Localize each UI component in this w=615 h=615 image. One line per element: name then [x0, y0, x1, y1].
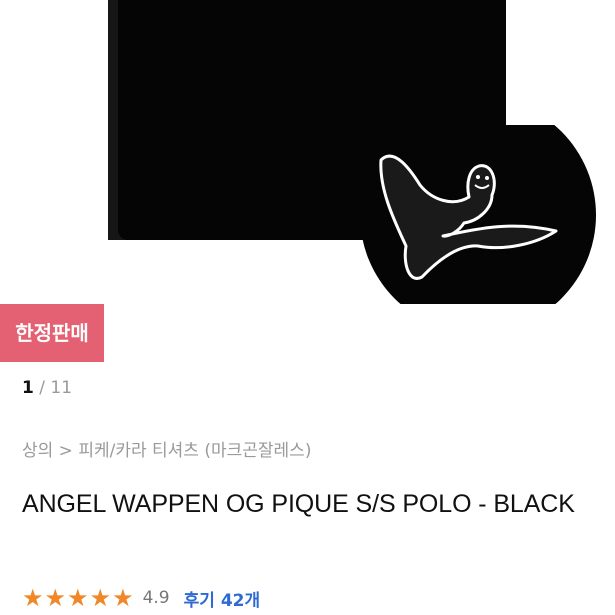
pager-total: 11 — [50, 378, 73, 398]
product-image[interactable] — [0, 0, 615, 304]
product-title: ANGEL WAPPEN OG PIQUE S/S POLO - BLACK — [22, 490, 575, 518]
angel-logo-icon — [360, 125, 596, 304]
rating-row: ★★★★★ 4.9 후기 42개 — [22, 584, 260, 612]
rating-score: 4.9 — [142, 588, 170, 608]
breadcrumb[interactable]: 상의 > 피케/카라 티셔츠 (마크곤잘레스) — [22, 436, 311, 461]
pager-current: 1 — [22, 378, 34, 398]
limited-sale-badge: 한정판매 — [0, 304, 104, 362]
star-rating-icon: ★★★★★ — [22, 584, 135, 612]
pager-separator: / — [33, 378, 51, 398]
reviews-link[interactable]: 후기 42개 — [184, 586, 261, 611]
image-pager: 1 / 11 — [22, 378, 72, 398]
